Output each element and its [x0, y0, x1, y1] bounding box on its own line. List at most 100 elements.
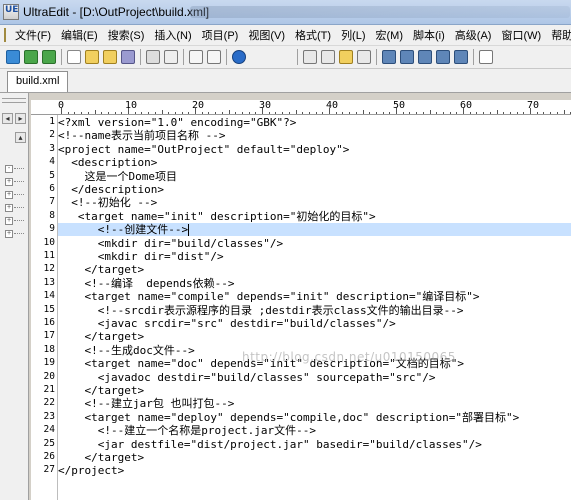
code-line[interactable]: </target>: [58, 330, 144, 343]
scroll-left-icon[interactable]: ◂: [2, 113, 13, 124]
paste-icon[interactable]: [339, 50, 353, 64]
menu-project[interactable]: 项目(P): [197, 27, 244, 43]
menu-advanced[interactable]: 高级(A): [450, 27, 497, 43]
tree-node[interactable]: +: [3, 229, 25, 239]
code-line[interactable]: <jar destfile="dist/project.jar" basedir…: [58, 438, 482, 451]
properties-icon[interactable]: [207, 50, 221, 64]
ruler-tick: [188, 112, 190, 114]
menu-script[interactable]: 脚本(i): [408, 27, 450, 43]
save-icon[interactable]: [121, 50, 135, 64]
document-icon[interactable]: [4, 28, 6, 42]
ruler-tick: [550, 112, 552, 114]
code-line[interactable]: <!--生成doc文件-->: [58, 344, 194, 357]
code-line[interactable]: <!--编译 depends依赖-->: [58, 277, 234, 290]
tree-node[interactable]: +: [3, 190, 25, 200]
line-number: 6: [49, 183, 55, 194]
scroll-right-icon[interactable]: ▸: [15, 113, 26, 124]
title-bar: UE UltraEdit - [D:\OutProject\build.xml]: [0, 0, 571, 25]
code-line[interactable]: <target name="init" description="初始化的目标"…: [58, 210, 376, 223]
code-line[interactable]: <!--name表示当前项目名称 -->: [58, 129, 225, 142]
line-number: 5: [49, 169, 55, 181]
menu-column[interactable]: 列(L): [336, 27, 370, 43]
ruler-tick: [67, 112, 69, 114]
code-line[interactable]: <javadoc destdir="build/classes" sourcep…: [58, 371, 436, 384]
clipboard-icon[interactable]: [357, 50, 371, 64]
code-area[interactable]: <?xml version="1.0" encoding="GBK"?> <!--…: [58, 115, 571, 500]
print-icon[interactable]: [146, 50, 160, 64]
find-icon[interactable]: [382, 50, 396, 64]
panel-grip[interactable]: [2, 98, 26, 103]
code-line[interactable]: <target name="deploy" depends="compile,d…: [58, 411, 519, 424]
ruler-tick: [141, 112, 143, 114]
menu-search[interactable]: 搜索(S): [103, 27, 150, 43]
code-line[interactable]: <mkdir dir="build/classes"/>: [58, 237, 283, 250]
ruler-tick: [308, 112, 310, 114]
code-line[interactable]: </target>: [58, 263, 144, 276]
ruler-tick: [215, 112, 217, 114]
open-recent-icon[interactable]: [103, 50, 117, 64]
menu-help[interactable]: 帮助(H): [546, 27, 571, 43]
code-line[interactable]: <!--srcdir表示源程序的目录 ;destdir表示class文件的输出目…: [58, 304, 464, 317]
tree-node[interactable]: -: [3, 164, 25, 174]
code-line[interactable]: <project name="OutProject" default="depl…: [58, 143, 349, 156]
code-line[interactable]: <?xml version="1.0" encoding="GBK"?>: [58, 116, 296, 129]
menu-edit[interactable]: 编辑(E): [56, 27, 103, 43]
web-browser-icon[interactable]: [232, 50, 246, 64]
code-line[interactable]: <!--创建文件-->: [58, 223, 571, 237]
back-arrow-icon[interactable]: [24, 50, 38, 64]
find-next-icon[interactable]: [400, 50, 414, 64]
open-folder-icon[interactable]: [85, 50, 99, 64]
menu-format[interactable]: 格式(T): [290, 27, 336, 43]
find-prev-icon[interactable]: [418, 50, 432, 64]
toolbar-separator: [297, 49, 298, 65]
menu-bar: 文件(F) 编辑(E) 搜索(S) 插入(N) 项目(P) 视图(V) 格式(T…: [0, 25, 571, 46]
copy-icon[interactable]: [321, 50, 335, 64]
line-number: 8: [49, 209, 55, 221]
menu-view[interactable]: 视图(V): [243, 27, 290, 43]
menu-window[interactable]: 窗口(W): [496, 27, 546, 43]
menu-file[interactable]: 文件(F): [10, 27, 56, 43]
page-icon[interactable]: [189, 50, 203, 64]
line-number: 2: [49, 129, 55, 141]
ruler-tick: [449, 112, 451, 114]
tree-node[interactable]: +: [3, 203, 25, 213]
menu-insert[interactable]: 插入(N): [149, 27, 196, 43]
toolbar-separator: [473, 49, 474, 65]
line-number: 9: [49, 223, 55, 235]
word-wrap-icon[interactable]: [479, 50, 493, 64]
code-line[interactable]: <mkdir dir="dist"/>: [58, 250, 224, 263]
print-preview-icon[interactable]: [164, 50, 178, 64]
code-line[interactable]: <description>: [58, 156, 157, 169]
code-line[interactable]: <target name="compile" depends="init" de…: [58, 290, 479, 303]
ruler-tick: [543, 112, 545, 114]
code-line[interactable]: </project>: [58, 464, 124, 477]
tab-build-xml[interactable]: build.xml: [7, 71, 69, 92]
ruler-tick: [382, 112, 384, 114]
code-line[interactable]: </target>: [58, 384, 144, 397]
code-line[interactable]: <!--建立jar包 也叫打包-->: [58, 397, 234, 410]
scroll-up-icon[interactable]: ▴: [15, 132, 26, 143]
line-number: 11: [43, 250, 55, 261]
cut-icon[interactable]: [303, 50, 317, 64]
find-in-files-icon[interactable]: [454, 50, 468, 64]
editor-pane[interactable]: 0 10 20 30 40 50 60 70 1 2 3 4 5 6 7 8 9 10 11 12 13 14 15 16 1…: [31, 100, 571, 500]
line-number: 20: [43, 370, 55, 382]
new-file-icon[interactable]: [67, 50, 81, 64]
code-line[interactable]: <javac srcdir="src" destdir="build/class…: [58, 317, 396, 330]
line-number: 3: [49, 142, 55, 154]
menu-macro[interactable]: 宏(M): [371, 27, 409, 43]
replace-icon[interactable]: [436, 50, 450, 64]
project-icon[interactable]: [6, 50, 20, 64]
ruler-tick: [436, 112, 438, 114]
code-line[interactable]: </description>: [58, 183, 164, 196]
code-line[interactable]: </target>: [58, 451, 144, 464]
ultraedit-app-icon[interactable]: UE: [3, 4, 19, 20]
ruler-tick: [315, 112, 317, 114]
ruler-tick: [422, 112, 424, 114]
tree-node[interactable]: +: [3, 177, 25, 187]
code-line[interactable]: <!--建立一个名称是project.jar文件-->: [58, 424, 316, 437]
code-line[interactable]: <!--初始化 -->: [58, 196, 157, 209]
forward-arrow-icon[interactable]: [42, 50, 56, 64]
tree-node[interactable]: +: [3, 216, 25, 226]
code-line[interactable]: 这是一个Dome项目: [58, 170, 177, 183]
